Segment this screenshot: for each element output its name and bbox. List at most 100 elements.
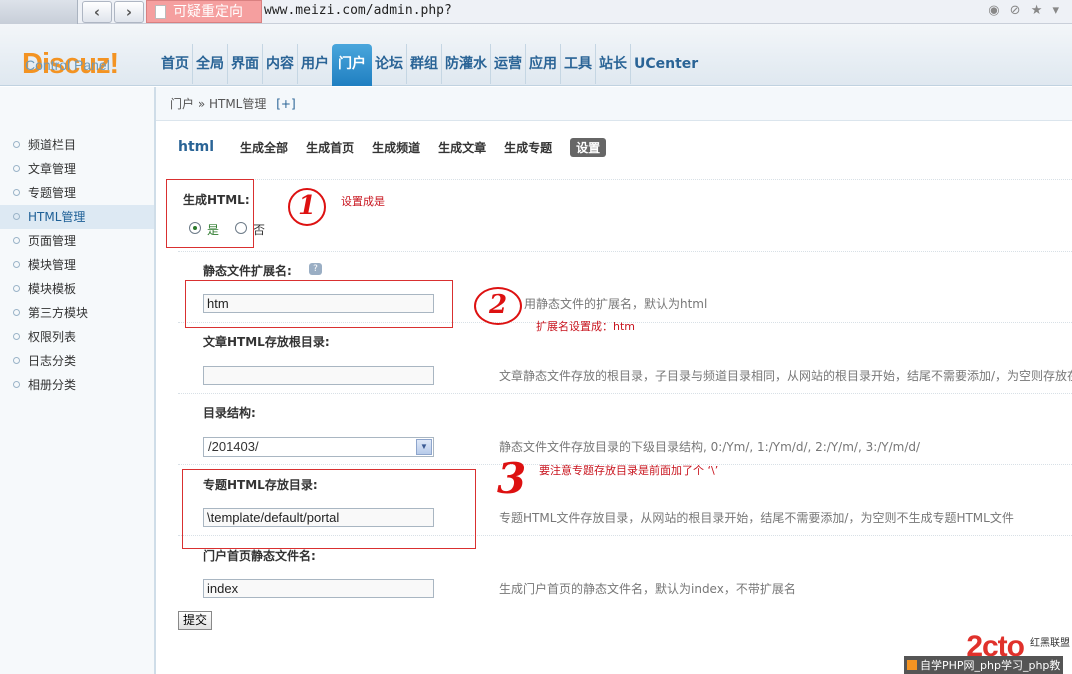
annotation-box-1 bbox=[166, 179, 254, 248]
breadcrumb: 门户 » HTML管理 [+] bbox=[156, 87, 1072, 121]
toolbar-icons[interactable]: ◉ ⊘ ★ ▾ bbox=[988, 3, 1062, 18]
divider bbox=[178, 179, 1072, 180]
tab-bar: html 生成全部 生成首页 生成频道 生成文章 生成专题 设置 bbox=[178, 136, 624, 158]
nav-item[interactable]: 首页 bbox=[158, 44, 192, 84]
radio-no-label: 否 bbox=[253, 223, 266, 237]
sidebar-item-label: 模块管理 bbox=[28, 258, 77, 272]
index-label: 门户首页静态文件名: bbox=[203, 549, 316, 563]
section-title: html bbox=[178, 139, 215, 155]
sidebar-item[interactable]: 页面管理 bbox=[0, 229, 154, 253]
tab-item[interactable]: 生成文章 bbox=[438, 139, 486, 156]
dir-struct-label: 目录结构: bbox=[203, 406, 256, 420]
add-shortcut-button[interactable]: [+] bbox=[276, 97, 295, 111]
sidebar: 频道栏目文章管理专题管理 HTML管理 页面管理模块管理模块模板第三方模块权限列表日… bbox=[0, 87, 156, 674]
sidebar-item[interactable]: 相册分类 bbox=[0, 373, 154, 397]
main-nav: 首页 全局 界面 内容 用户 门户 论坛 群组 防灌水 运营 应用 工具 站长 UCenter bbox=[158, 44, 701, 86]
nav-item[interactable]: 门户 bbox=[332, 44, 372, 86]
nav-item[interactable]: 群组 bbox=[406, 44, 441, 84]
sidebar-item[interactable]: 频道栏目 bbox=[0, 133, 154, 157]
redirect-warning[interactable]: 可疑重定向 bbox=[146, 0, 262, 23]
topic-dir-tip: 专题HTML文件存放目录，从网站的根目录开始，结尾不需要添加/，为空则不生成专题… bbox=[499, 511, 1014, 525]
bullet-icon bbox=[13, 213, 20, 220]
sidebar-item[interactable]: HTML管理 bbox=[0, 205, 154, 229]
tab-item[interactable]: 生成首页 bbox=[306, 139, 354, 156]
tab-item[interactable]: 生成专题 bbox=[504, 139, 552, 156]
watermark: 2cto 红黑联盟 自学PHP网_php学习_php教 bbox=[900, 630, 1072, 674]
annotation-box-2 bbox=[185, 280, 453, 328]
bullet-icon bbox=[13, 189, 20, 196]
nav-item[interactable]: 论坛 bbox=[372, 44, 406, 84]
sidebar-item[interactable]: 第三方模块 bbox=[0, 301, 154, 325]
bullet-icon bbox=[13, 285, 20, 292]
watermark-logo-sub: 红黑联盟 bbox=[1030, 638, 1070, 649]
nav-item[interactable]: 工具 bbox=[560, 44, 595, 84]
submit-button[interactable]: 提交 bbox=[178, 611, 213, 630]
sidebar-item-label: 模块模板 bbox=[28, 282, 77, 296]
index-input[interactable]: index bbox=[203, 579, 434, 598]
sidebar-item-label: 文章管理 bbox=[28, 162, 77, 176]
page-icon bbox=[155, 5, 166, 19]
browser-logo bbox=[0, 0, 78, 24]
ext-label: 静态文件扩展名: bbox=[203, 264, 292, 278]
tab-item[interactable]: 设置 bbox=[570, 137, 607, 157]
nav-item[interactable]: 界面 bbox=[227, 44, 262, 84]
annotation-note-1: 设置成是 bbox=[341, 195, 385, 208]
index-tip: 生成门户首页的静态文件名，默认为index，不带扩展名 bbox=[499, 582, 796, 596]
sidebar-item[interactable]: 日志分类 bbox=[0, 349, 154, 373]
bullet-icon bbox=[13, 309, 20, 316]
address-bar[interactable]: www.meizi.com/admin.php? bbox=[264, 0, 452, 23]
bullet-icon bbox=[13, 381, 20, 388]
sidebar-item-label: 权限列表 bbox=[28, 330, 77, 344]
sidebar-item-label: 页面管理 bbox=[28, 234, 77, 248]
dir-struct-tip: 静态文件文件存放目录的下级目录结构, 0:/Ym/, 1:/Ym/d/, 2:/… bbox=[499, 440, 921, 454]
sidebar-item[interactable]: 文章管理 bbox=[0, 157, 154, 181]
help-icon[interactable]: ? bbox=[309, 263, 322, 275]
breadcrumb-text: 门户 » HTML管理 bbox=[170, 97, 267, 111]
sidebar-item-label: 频道栏目 bbox=[28, 138, 77, 152]
dir-struct-select[interactable]: /201403/ ▼ bbox=[203, 437, 434, 457]
sidebar-item-label: 专题管理 bbox=[28, 186, 77, 200]
tab-item[interactable]: 生成全部 bbox=[240, 139, 288, 156]
article-dir-input[interactable] bbox=[203, 366, 434, 385]
chevron-down-icon[interactable]: ▼ bbox=[416, 439, 432, 455]
browser-toolbar: ‹ › 可疑重定向 www.meizi.com/admin.php? ◉ ⊘ ★… bbox=[0, 0, 1072, 24]
annotation-note-3: 要注意专题存放目录是前面加了个 ‘\’ bbox=[539, 464, 719, 477]
bullet-icon bbox=[13, 237, 20, 244]
main-content: html 生成全部 生成首页 生成频道 生成文章 生成专题 设置 生成HTML: 是 否 … bbox=[158, 121, 1072, 674]
nav-item[interactable]: 内容 bbox=[262, 44, 297, 84]
brand-subtitle: Control Panel bbox=[25, 57, 110, 73]
nav-item[interactable]: 站长 bbox=[595, 44, 630, 84]
nav-item[interactable]: 运营 bbox=[490, 44, 525, 84]
ext-tip: 用静态文件的扩展名，默认为html bbox=[524, 297, 708, 311]
article-dir-label: 文章HTML存放根目录: bbox=[203, 335, 330, 349]
sidebar-item[interactable]: 权限列表 bbox=[0, 325, 154, 349]
forward-icon[interactable]: › bbox=[114, 1, 144, 23]
divider bbox=[178, 393, 1072, 394]
annotation-number-1: 1 bbox=[288, 188, 326, 226]
article-dir-tip: 文章静态文件存放的根目录，子目录与频道目录相同，从网站的根目录开始，结尾不需要添… bbox=[499, 369, 1072, 383]
sidebar-item[interactable]: 模块管理 bbox=[0, 253, 154, 277]
nav-item[interactable]: 全局 bbox=[192, 44, 227, 84]
bullet-icon bbox=[13, 333, 20, 340]
sidebar-item-label: 相册分类 bbox=[28, 378, 77, 392]
nav-item[interactable]: UCenter bbox=[630, 44, 701, 84]
sidebar-item[interactable]: 专题管理 bbox=[0, 181, 154, 205]
nav-item[interactable]: 防灌水 bbox=[441, 44, 490, 84]
sidebar-item-label: 第三方模块 bbox=[28, 306, 89, 320]
nav-item[interactable]: 应用 bbox=[525, 44, 560, 84]
annotation-number-3: 3 bbox=[497, 454, 527, 503]
tab-item[interactable]: 生成频道 bbox=[372, 139, 420, 156]
bullet-icon bbox=[13, 357, 20, 364]
sidebar-item-label: 日志分类 bbox=[28, 354, 77, 368]
back-icon[interactable]: ‹ bbox=[82, 1, 112, 23]
bullet-icon bbox=[13, 141, 20, 148]
divider bbox=[178, 251, 1072, 252]
nav-item[interactable]: 用户 bbox=[297, 44, 332, 84]
sidebar-item[interactable]: 模块模板 bbox=[0, 277, 154, 301]
annotation-number-2: 2 bbox=[474, 287, 522, 325]
annotation-box-3 bbox=[182, 469, 476, 549]
annotation-note-2: 扩展名设置成：htm bbox=[536, 320, 635, 333]
sidebar-item-label: HTML管理 bbox=[28, 210, 86, 224]
bullet-icon bbox=[13, 165, 20, 172]
bullet-icon bbox=[13, 261, 20, 268]
